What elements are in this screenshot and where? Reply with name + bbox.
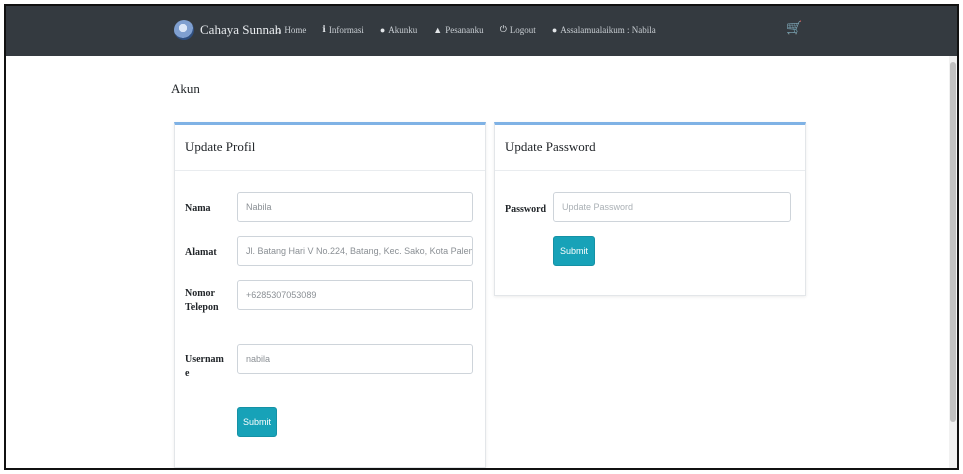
nama-label: Nama (185, 203, 211, 214)
username-label: Username (185, 354, 224, 379)
password-label: Password (505, 204, 547, 215)
user-icon: ● (379, 24, 386, 35)
alamat-input[interactable]: Jl. Batang Hari V No.224, Batang, Kec. S… (237, 236, 473, 266)
nav-logout-label: Logout (509, 24, 536, 35)
bag-icon: ▲ (433, 24, 443, 35)
update-password-card: Update Password Password Update Password… (494, 122, 806, 296)
nomor-telepon-input[interactable]: +6285307053089 (237, 280, 473, 310)
nav-user-greeting[interactable]: ● Assalamualaikum : Nabila (552, 24, 656, 35)
nav-informasi-label: Informasi (328, 24, 364, 35)
profile-submit-button[interactable]: Submit (237, 407, 277, 437)
page-scrollbar[interactable] (949, 56, 957, 468)
brand-logo-icon (174, 20, 194, 40)
info-icon: ℹ (322, 24, 326, 34)
browser-viewport: Cahaya Sunnah ⌂ Home ℹ Informasi ● Akunk… (4, 4, 959, 470)
power-icon: ⏻ (499, 24, 507, 34)
user-icon: ● (551, 24, 558, 35)
update-profile-header: Update Profil (175, 125, 485, 171)
nav-home-label: Home (284, 24, 307, 35)
navbar: Cahaya Sunnah ⌂ Home ℹ Informasi ● Akunk… (6, 6, 957, 56)
home-icon: ⌂ (276, 24, 282, 35)
nomor-telepon-label: Nomor Telepon (185, 288, 219, 313)
nav-logout[interactable]: ⏻ Logout (500, 24, 536, 35)
brand-name: Cahaya Sunnah (200, 22, 282, 37)
nav-links: ⌂ Home ℹ Informasi ● Akunku ▲ Pesananku … (276, 24, 672, 35)
cart-icon[interactable]: 🛒 (786, 20, 802, 36)
alamat-label: Alamat (185, 247, 217, 258)
brand[interactable]: Cahaya Sunnah (174, 20, 281, 40)
update-profile-card: Update Profil Nama Nabila Alamat Jl. Bat… (174, 122, 486, 468)
password-input[interactable]: Update Password (553, 192, 791, 222)
nav-akunku[interactable]: ● Akunku (380, 24, 417, 35)
nav-home[interactable]: ⌂ Home (276, 24, 306, 35)
nav-user-greeting-label: Assalamualaikum : Nabila (560, 24, 656, 35)
password-submit-button[interactable]: Submit (553, 236, 595, 266)
nav-pesananku[interactable]: ▲ Pesananku (433, 24, 483, 35)
nama-input[interactable]: Nabila (237, 192, 473, 222)
nav-informasi[interactable]: ℹ Informasi (322, 24, 363, 35)
username-input[interactable]: nabila (237, 344, 473, 374)
nav-pesananku-label: Pesananku (445, 24, 484, 35)
update-password-header: Update Password (495, 125, 805, 171)
nav-akunku-label: Akunku (388, 24, 418, 35)
scrollbar-thumb[interactable] (950, 62, 956, 422)
page-title: Akun (171, 81, 200, 96)
